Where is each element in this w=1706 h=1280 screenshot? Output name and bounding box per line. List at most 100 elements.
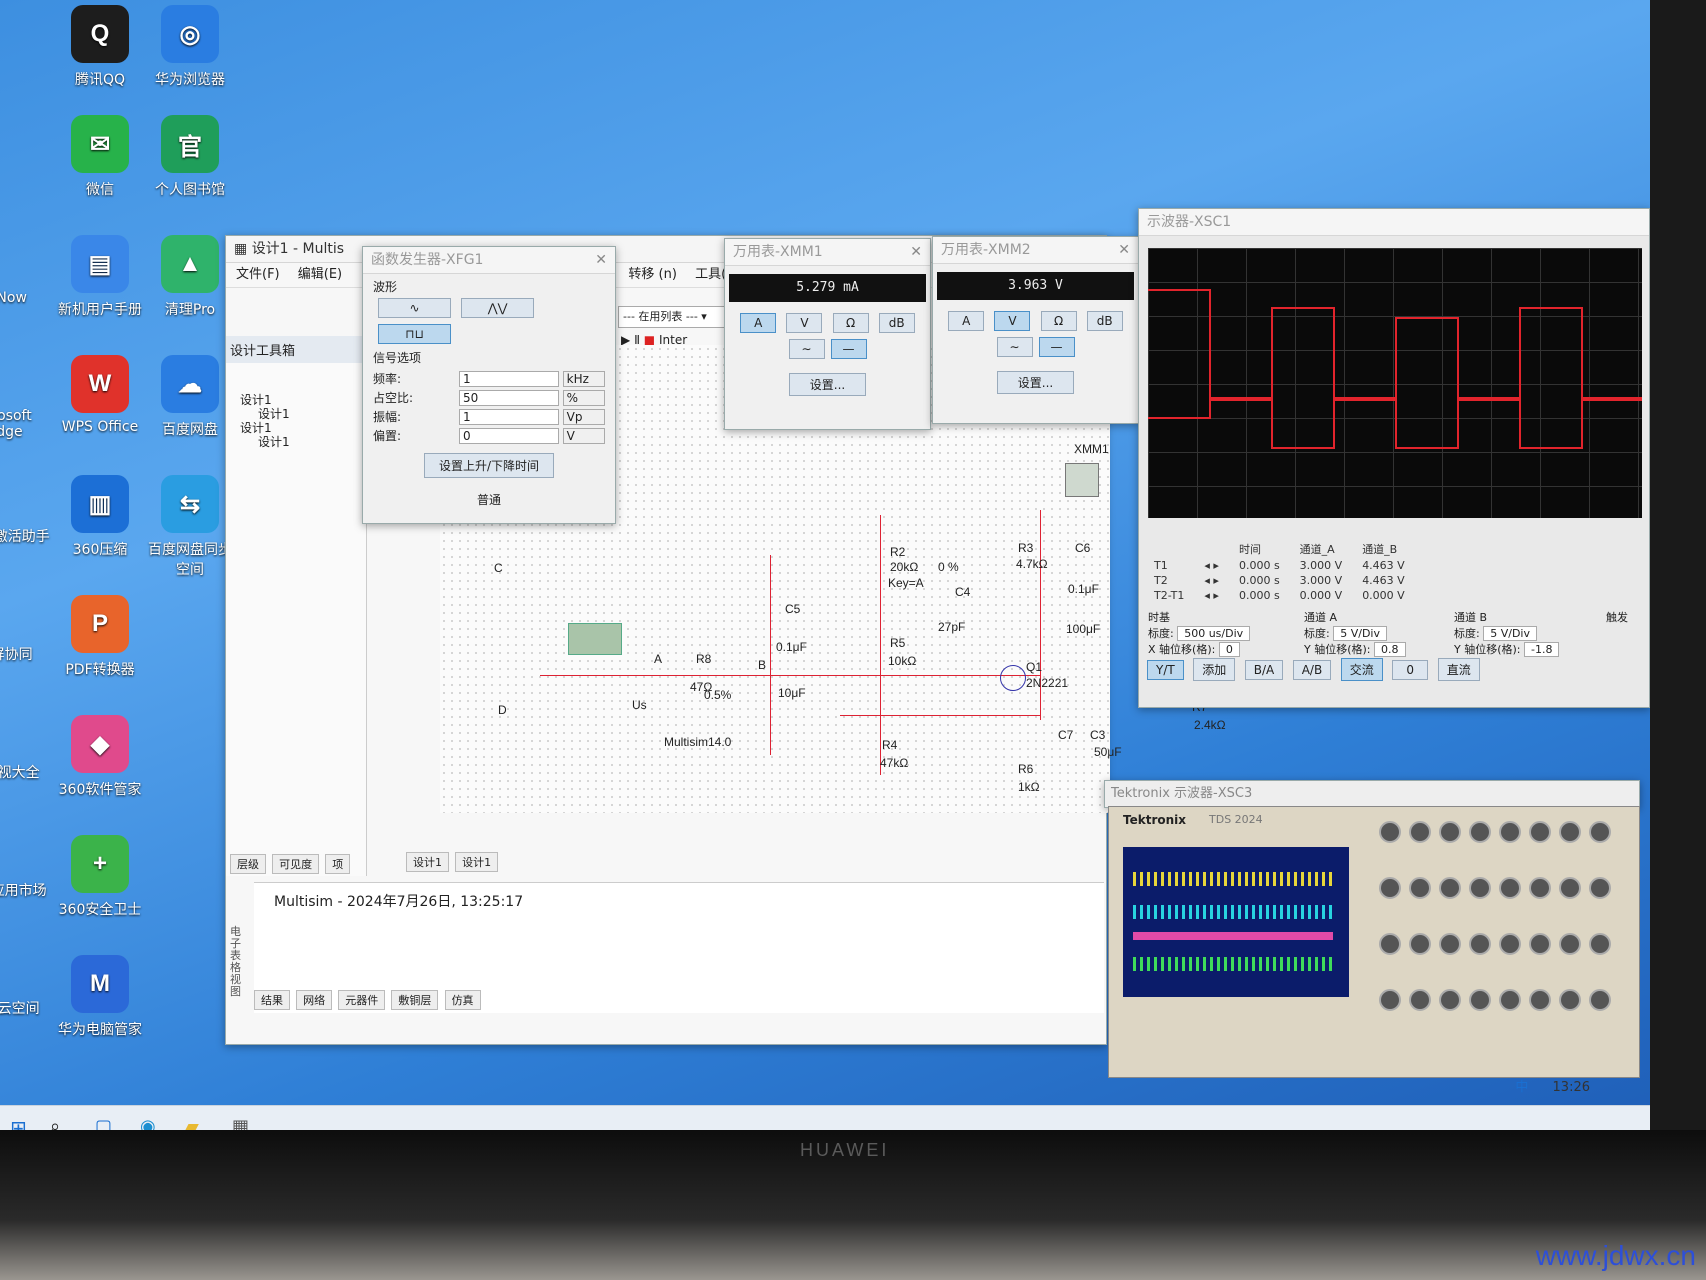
tek-knob[interactable]: [1439, 933, 1461, 955]
xmm2-amp-button[interactable]: A: [948, 311, 985, 331]
mode-ba-button[interactable]: B/A: [1244, 660, 1284, 680]
desktop-icon-label[interactable]: ...为应用市场: [0, 880, 50, 900]
tek-knob[interactable]: [1529, 933, 1551, 955]
tek-knob[interactable]: [1529, 877, 1551, 899]
desktop-icon[interactable]: P PDF转换器: [55, 595, 145, 679]
desktop-icon[interactable]: Q 腾讯QQ: [55, 5, 145, 89]
triangle-wave-button[interactable]: ⋀⋁: [461, 298, 535, 318]
channel-b-pos[interactable]: -1.8: [1524, 642, 1560, 657]
desktop-icon[interactable]: +360安全卫士: [55, 835, 145, 919]
tek-knob[interactable]: [1499, 933, 1521, 955]
tek-knob[interactable]: [1409, 821, 1431, 843]
menu-file[interactable]: 文件(F): [236, 267, 280, 282]
close-icon[interactable]: ✕: [910, 239, 922, 265]
folder-icon[interactable]: ▰: [185, 1116, 199, 1130]
tek-knob[interactable]: [1469, 933, 1491, 955]
xmm1-titlebar[interactable]: 万用表-XMM1 ✕: [725, 239, 930, 266]
in-use-list[interactable]: --- 在用列表 --- ▾: [618, 306, 734, 328]
xsc1-titlebar[interactable]: 示波器-XSC1: [1139, 209, 1649, 236]
tek-knob[interactable]: [1559, 933, 1581, 955]
tek-knob[interactable]: [1439, 821, 1461, 843]
menu-edit[interactable]: 编辑(E): [298, 267, 342, 282]
tab-design1b[interactable]: 设计1: [455, 852, 499, 872]
desktop-icon-label[interactable]: ...ice激活助手: [0, 526, 50, 546]
search-icon[interactable]: ⌕: [50, 1116, 60, 1130]
tek-knob[interactable]: [1379, 933, 1401, 955]
fg-unit-select[interactable]: %: [562, 389, 605, 406]
tab-design1[interactable]: 设计1: [406, 852, 449, 872]
tree-item[interactable]: 设计1: [240, 421, 366, 435]
tek-knob[interactable]: [1379, 877, 1401, 899]
fg-param-input[interactable]: 1: [458, 370, 559, 387]
xmm1-amp-button[interactable]: A: [740, 313, 777, 333]
xmm1-db-button[interactable]: dB: [878, 313, 915, 333]
multisim-task-icon[interactable]: ▦: [232, 1116, 249, 1130]
tab-results[interactable]: 结果: [254, 990, 290, 1010]
mode-ab-button[interactable]: A/B: [1292, 660, 1332, 680]
tab-hierarchy[interactable]: 层级: [230, 854, 266, 874]
tek-knob[interactable]: [1499, 821, 1521, 843]
tree-item[interactable]: 设计1: [240, 393, 366, 407]
xmm1-settings-button[interactable]: 设置...: [788, 373, 867, 396]
tek-knob[interactable]: [1439, 877, 1461, 899]
desktop-icon-label[interactable]: ...为云空间: [0, 998, 50, 1018]
square-wave-button[interactable]: ⊓⊔: [378, 324, 451, 344]
tek-knob[interactable]: [1469, 821, 1491, 843]
tek-knob[interactable]: [1409, 989, 1431, 1011]
tek-knob[interactable]: [1379, 989, 1401, 1011]
tek-knob[interactable]: [1499, 877, 1521, 899]
channel-b-scale[interactable]: 5 V/Div: [1483, 626, 1537, 641]
xmm2-dc-button[interactable]: —: [1038, 337, 1075, 357]
start-icon[interactable]: ⊞: [10, 1116, 27, 1130]
tek-knob[interactable]: [1499, 989, 1521, 1011]
tek-knob[interactable]: [1589, 989, 1611, 1011]
tab-nets[interactable]: 网络: [296, 990, 333, 1010]
tek-knob[interactable]: [1379, 821, 1401, 843]
desktop-icon[interactable]: ☁ 百度网盘: [145, 355, 235, 439]
desktop-icon-label[interactable]: ...rosoft Edge: [0, 408, 50, 440]
close-icon[interactable]: ✕: [595, 247, 607, 273]
tab-visibility[interactable]: 可见度: [272, 854, 320, 874]
tek-knob[interactable]: [1559, 989, 1581, 1011]
tab-simulation[interactable]: 仿真: [444, 990, 481, 1010]
timebase-input[interactable]: 500 us/Div: [1177, 626, 1251, 641]
fg-unit-select[interactable]: kHz: [562, 370, 605, 387]
cursor-arrows-icon[interactable]: ◂ ▸: [1194, 558, 1229, 573]
mode-add-button[interactable]: 添加: [1193, 658, 1236, 681]
desktop-icon[interactable]: ◆ 360软件管家: [55, 715, 145, 799]
tek-knob[interactable]: [1409, 933, 1431, 955]
desktop-icon[interactable]: ▥ 360压缩: [55, 475, 145, 559]
xmm1-dc-button[interactable]: —: [830, 339, 867, 359]
desktop-icon[interactable]: ◎ 华为浏览器: [145, 5, 235, 89]
clock[interactable]: 13:26: [1553, 1080, 1590, 1095]
channel-a-scale[interactable]: 5 V/Div: [1333, 626, 1387, 641]
tree-item[interactable]: 设计1: [240, 407, 366, 421]
fg-param-input[interactable]: 1: [458, 408, 559, 425]
desktop-icon[interactable]: M 华为电脑管家: [55, 955, 145, 1039]
xmm2-settings-button[interactable]: 设置...: [996, 371, 1075, 394]
fg-param-input[interactable]: 50: [458, 389, 559, 406]
fg-unit-select[interactable]: Vp: [562, 408, 605, 425]
close-icon[interactable]: ✕: [1118, 237, 1130, 263]
xmm2-ohm-button[interactable]: Ω: [1040, 311, 1077, 331]
desktop-icon[interactable]: ▲ 清理Pro: [145, 235, 235, 319]
coupling-ac-button[interactable]: 交流: [1340, 658, 1383, 681]
desktop-icon[interactable]: 官个人图书馆: [145, 115, 235, 199]
xmm2-volt-button[interactable]: V: [994, 311, 1031, 331]
coupling-zero-button[interactable]: 0: [1392, 660, 1429, 680]
tek-knob[interactable]: [1559, 821, 1581, 843]
tab-project[interactable]: 项: [325, 854, 351, 874]
tektronix-xsc3-titlebar[interactable]: Tektronix 示波器-XSC3: [1104, 780, 1640, 808]
tab-copper[interactable]: 敷铜层: [391, 990, 439, 1010]
fg-unit-select[interactable]: V: [562, 427, 605, 444]
sine-wave-button[interactable]: ∿: [378, 298, 451, 318]
cursor-arrows-icon[interactable]: ◂ ▸: [1194, 588, 1229, 603]
tek-knob[interactable]: [1409, 877, 1431, 899]
tab-components[interactable]: 元器件: [338, 990, 386, 1010]
tek-knob[interactable]: [1559, 877, 1581, 899]
rise-fall-button[interactable]: 设置上升/下降时间: [423, 453, 555, 478]
tek-knob[interactable]: [1469, 989, 1491, 1011]
xmm1-ohm-button[interactable]: Ω: [832, 313, 869, 333]
desktop-icon[interactable]: ⇆ 百度网盘同步空间: [145, 475, 235, 579]
coupling-dc-button[interactable]: 直流: [1437, 658, 1480, 681]
